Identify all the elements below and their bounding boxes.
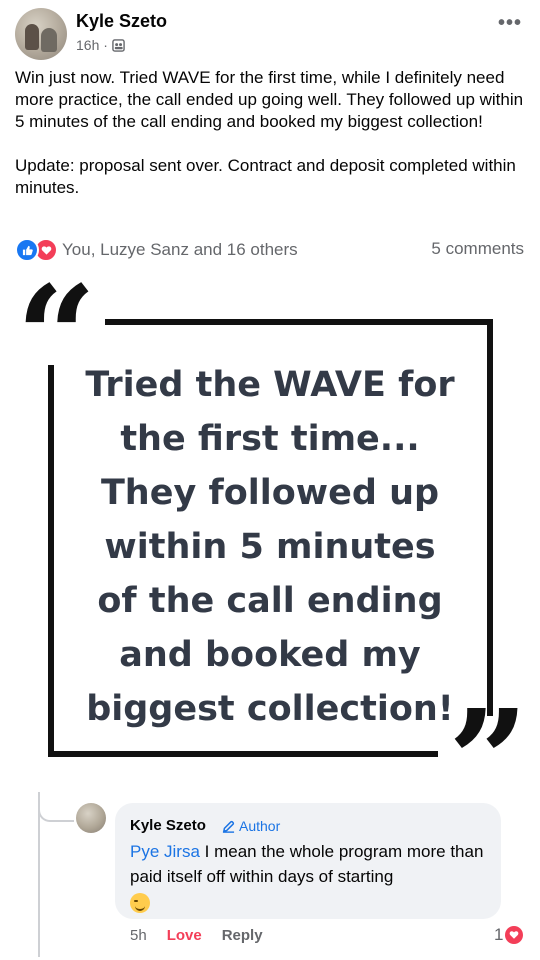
author-badge-label: Author: [239, 818, 281, 834]
love-icon: [505, 926, 524, 944]
more-horizontal-icon[interactable]: •••: [498, 12, 522, 35]
friends-icon[interactable]: [112, 38, 125, 52]
quote-line: biggest collection!: [86, 689, 454, 729]
reactions-text: You, Luzye Sanz and 16 others: [62, 240, 298, 259]
wink-emoji-icon: [130, 893, 150, 913]
post-paragraph: Update: proposal sent over. Contract and…: [15, 156, 516, 197]
quote-line: within 5 minutes: [104, 527, 436, 567]
quote-frame-right: [487, 319, 493, 716]
quote-line: Tried the WAVE for: [85, 365, 455, 405]
author-badge: Author: [222, 818, 280, 834]
comment-actions: 5h Love Reply: [130, 927, 263, 944]
quote-frame-left: [48, 365, 54, 757]
comments-count-link[interactable]: 5 comments: [431, 239, 524, 259]
quote-text: Tried the WAVE for the first time... The…: [62, 358, 478, 736]
post-meta: 16h ·: [76, 37, 125, 53]
quote-line: and booked my: [119, 635, 421, 675]
comment-reaction-count: 1: [494, 925, 504, 944]
quote-line: of the call ending: [97, 581, 443, 621]
quote-frame-top: [105, 319, 493, 325]
comment-body: Pye Jirsa I mean the whole program more …: [130, 839, 490, 917]
comment-time[interactable]: 5h: [130, 927, 147, 944]
post-body: Win just now. Tried WAVE for the first t…: [15, 67, 530, 199]
comment-avatar[interactable]: [76, 803, 106, 833]
author-avatar[interactable]: [15, 8, 67, 60]
love-button[interactable]: Love: [167, 927, 202, 944]
comment-mention-link[interactable]: Pye Jirsa: [130, 842, 200, 861]
quote-frame-bottom: [48, 751, 438, 757]
comment-author-name[interactable]: Kyle Szeto: [130, 817, 206, 834]
reply-button[interactable]: Reply: [222, 927, 263, 944]
comment-reactions[interactable]: 1: [494, 925, 524, 945]
post-time[interactable]: 16h ·: [76, 37, 108, 53]
thread-branch: [38, 792, 74, 822]
pencil-icon: [222, 820, 235, 833]
quote-line: the first time...: [120, 419, 420, 459]
quote-line: They followed up: [100, 473, 440, 513]
like-icon: [15, 238, 39, 262]
post-paragraph: Win just now. Tried WAVE for the first t…: [15, 68, 524, 131]
post-author-name[interactable]: Kyle Szeto: [76, 11, 167, 32]
